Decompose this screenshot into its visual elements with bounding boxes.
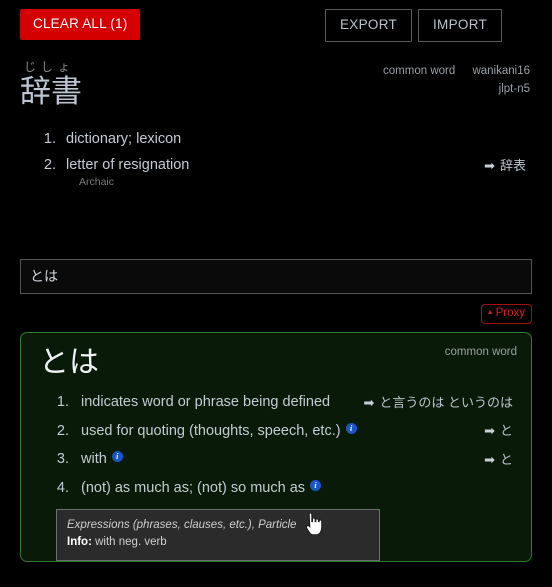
cross-reference-link[interactable]: と言うのは というのは [379,395,513,410]
clear-all-button[interactable]: CLEAR ALL (1) [20,9,141,40]
sense-item: 1. indicates word or phrase being define… [35,389,517,418]
sense-text: dictionary; lexicon [66,131,182,147]
sense-cross-reference[interactable]: ➡ 辞表 [484,157,526,175]
sense-text: letter of resignation [66,156,190,173]
sense-item: 4. (not) as much as; (not) so much as i [35,474,517,503]
sense-number: 2. [43,156,56,173]
tag-common-word: common word [383,65,456,77]
sense-number: 3. [56,451,69,468]
arrow-right-icon: ➡ [484,423,495,439]
entry-header: じしょ 辞書 common word wanikani16 jlpt-n5 [20,61,532,119]
sense-number: 2. [56,422,69,439]
search-area [0,258,552,294]
arrow-right-icon: ➡ [484,451,495,467]
sense-number: 1. [43,131,56,147]
sense-text: indicates word or phrase being defined [81,394,331,411]
dictionary-entry: じしょ 辞書 common word wanikani16 jlpt-n5 1.… [0,47,552,193]
info-icon[interactable]: i [345,422,357,434]
sense-number: 1. [56,394,69,411]
sense-cross-reference[interactable]: ➡ と言うのは というのは [363,394,513,412]
card-tag-common-word: common word [444,345,517,358]
info-icon[interactable]: i [111,451,123,463]
info-tooltip: Expressions (phrases, clauses, etc.), Pa… [56,508,380,562]
tooltip-info-label: Info: [67,536,92,549]
warning-triangle-icon: ▲ [486,308,494,316]
arrow-right-icon: ➡ [484,157,495,173]
cross-reference-link[interactable]: と [500,423,513,438]
sense-note: Archaic [79,176,115,189]
cross-reference-link[interactable]: と [500,452,513,467]
import-button[interactable]: IMPORT [418,9,503,42]
tag-wanikani: wanikani16 [472,65,530,77]
entry-sense-list: 1. dictionary; lexicon 2. letter of resi… [20,127,532,193]
tooltip-info-line: Info: with neg. verb [67,534,369,551]
proxy-badge[interactable]: ▲ Proxy [480,303,532,324]
sense-cross-reference[interactable]: ➡ と [484,451,513,469]
export-button[interactable]: EXPORT [325,9,413,42]
sense-text: used for quoting (thoughts, speech, etc.… [81,422,341,439]
tooltip-info-value: with neg. verb [95,536,167,549]
sense-text: (not) as much as; (not) so much as [81,479,306,496]
entry-tag-list: common word wanikani16 jlpt-n5 [270,63,530,99]
entry-tag-row-2: jlpt-n5 [270,81,530,99]
sense-item: 3. with i ➡ と [35,446,517,475]
search-input[interactable] [20,258,532,294]
sense-item: 1. dictionary; lexicon [20,127,532,153]
sense-number: 4. [56,479,69,496]
info-icon[interactable]: i [310,479,322,491]
entry-tag-row-1: common word wanikani16 [270,63,530,81]
tooltip-parts-of-speech: Expressions (phrases, clauses, etc.), Pa… [67,518,297,531]
tag-jlpt: jlpt-n5 [498,82,530,95]
proxy-row: ▲ Proxy [0,303,552,324]
top-toolbar: CLEAR ALL (1) EXPORT IMPORT [0,0,552,47]
result-card: common word とは 1. indicates word or phra… [20,331,532,562]
arrow-right-icon: ➡ [363,394,375,410]
sense-cross-reference[interactable]: ➡ と [484,422,513,440]
proxy-label: Proxy [495,306,525,319]
cross-reference-link[interactable]: 辞表 [500,158,526,173]
sense-item: 2. letter of resignation Archaic ➡ 辞表 [20,153,532,193]
sense-item: 2. used for quoting (thoughts, speech, e… [35,417,517,446]
